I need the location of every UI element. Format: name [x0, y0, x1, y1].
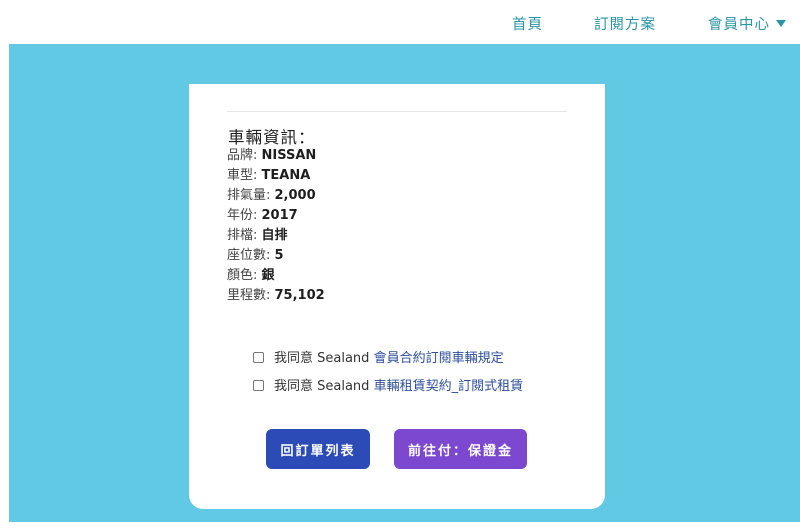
nav-member-label: 會員中心	[708, 17, 770, 33]
mileage-value: 75,102	[274, 288, 325, 303]
year-value: 2017	[261, 208, 298, 223]
model-label: 車型:	[227, 168, 262, 183]
agreement-lease-contract: 我同意 Sealand 車輛租賃契約_訂閱式租賃	[253, 378, 523, 396]
member-terms-link[interactable]: 會員合約訂閱車輛規定	[374, 351, 504, 366]
color-value: 銀	[261, 268, 275, 283]
member-terms-checkbox[interactable]	[253, 352, 264, 363]
background-panel: 車輛資訊： 品牌: NISSAN 車型: TEANA 排氣量: 2,000 年份…	[9, 44, 800, 522]
vehicle-year-row: 年份: 2017	[227, 208, 298, 224]
vehicle-color-row: 顏色: 銀	[227, 268, 275, 284]
brand-value: NISSAN	[261, 148, 317, 163]
transmission-value: 自排	[261, 228, 288, 243]
vehicle-brand-row: 品牌: NISSAN	[227, 148, 316, 164]
vehicle-model-row: 車型: TEANA	[227, 168, 310, 184]
vehicle-card: 車輛資訊： 品牌: NISSAN 車型: TEANA 排氣量: 2,000 年份…	[189, 84, 605, 509]
lease-contract-link[interactable]: 車輛租賃契約_訂閱式租賃	[374, 379, 524, 394]
transmission-label: 排檔:	[227, 228, 262, 243]
mileage-label: 里程數:	[227, 288, 275, 303]
back-to-orders-button[interactable]: 回訂單列表	[266, 429, 370, 469]
color-label: 顏色:	[227, 268, 262, 283]
displacement-value: 2,000	[274, 188, 316, 203]
agreement-member-terms: 我同意 Sealand 會員合約訂閱車輛規定	[253, 350, 504, 368]
nav-member-dropdown[interactable]: 會員中心	[708, 13, 786, 34]
vehicle-seats-row: 座位數: 5	[227, 248, 284, 264]
agreement-prefix: 我同意 Sealand	[274, 379, 374, 394]
lease-contract-checkbox[interactable]	[253, 380, 264, 391]
displacement-label: 排氣量:	[227, 188, 275, 203]
year-label: 年份:	[227, 208, 262, 223]
model-value: TEANA	[261, 168, 311, 183]
seats-label: 座位數:	[227, 248, 275, 263]
top-navbar: 首頁 訂閱方案 會員中心	[0, 0, 800, 44]
vehicle-displacement-row: 排氣量: 2,000	[227, 188, 316, 204]
vehicle-transmission-row: 排檔: 自排	[227, 228, 288, 244]
caret-down-icon	[776, 20, 786, 27]
pay-deposit-button[interactable]: 前往付：保證金	[394, 429, 527, 469]
divider	[227, 111, 567, 112]
brand-label: 品牌:	[227, 148, 262, 163]
vehicle-info-title: 車輛資訊：	[228, 128, 316, 147]
vehicle-mileage-row: 里程數: 75,102	[227, 288, 325, 304]
seats-value: 5	[274, 248, 284, 263]
nav-home-link[interactable]: 首頁	[512, 13, 543, 34]
agreement-prefix: 我同意 Sealand	[274, 351, 374, 366]
nav-plans-link[interactable]: 訂閱方案	[594, 13, 656, 34]
